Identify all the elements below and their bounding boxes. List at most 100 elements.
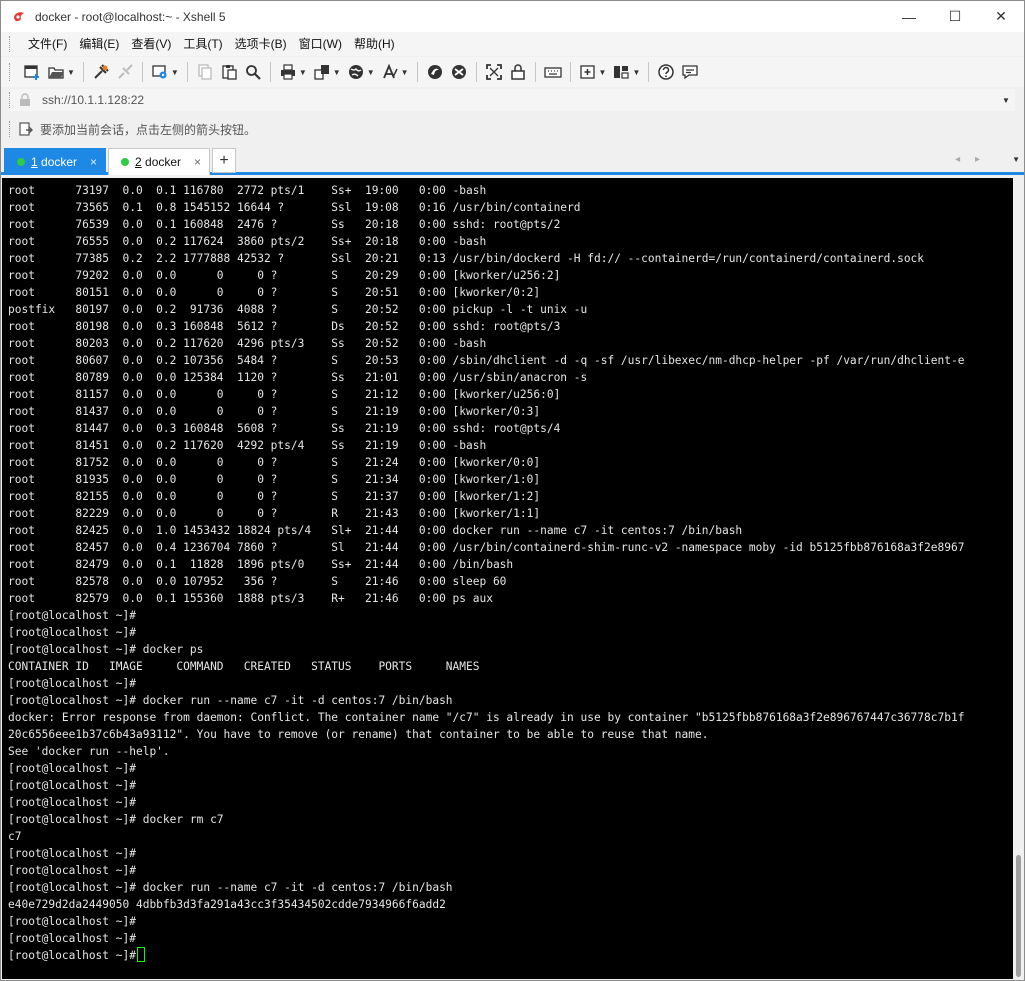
layout-icon[interactable]: ▼	[609, 60, 643, 84]
terminal-line-text: [root@localhost ~]#	[8, 762, 136, 775]
help-icon[interactable]	[654, 60, 678, 84]
terminal-line-text: [root@localhost ~]#	[8, 949, 136, 962]
tab-session-1[interactable]: 1 docker ×	[4, 148, 106, 175]
terminal-line-text: [root@localhost ~]#	[8, 932, 136, 945]
terminal-line-text: root 82155 0.0 0.0 0 0 ? S 21:37 0:00 [k…	[8, 490, 541, 503]
terminal-pane[interactable]: root 73197 0.0 0.1 116780 2772 pts/1 Ss+…	[2, 178, 1013, 979]
terminal-line-text: root 82579 0.0 0.1 155360 1888 pts/3 R+ …	[8, 592, 493, 605]
tab-session-2[interactable]: 2 docker ×	[108, 148, 210, 175]
terminal-line-text: root 76555 0.0 0.2 117624 3860 pts/2 Ss+…	[8, 235, 487, 248]
xshell-logo-icon	[11, 9, 27, 25]
terminal-line: root 79202 0.0 0.0 0 0 ? S 20:29 0:00 [k…	[8, 267, 964, 284]
transfer-icon[interactable]: ▼	[310, 60, 344, 84]
terminal-line-text: CONTAINER ID IMAGE COMMAND CREATED STATU…	[8, 660, 480, 673]
address-dropdown-icon[interactable]: ▼	[997, 96, 1015, 105]
keyboard-icon[interactable]	[541, 60, 565, 84]
chevron-down-icon[interactable]: ▼	[67, 68, 75, 77]
chat-icon[interactable]	[678, 60, 702, 84]
menu-window[interactable]: 窗口(W)	[293, 33, 348, 55]
new-session-icon[interactable]	[20, 60, 44, 84]
minimize-button[interactable]: —	[886, 1, 932, 32]
chevron-down-icon[interactable]: ▼	[599, 68, 607, 77]
menu-help[interactable]: 帮助(H)	[348, 33, 401, 55]
terminal-line-text: [root@localhost ~]# docker rm c7	[8, 813, 224, 826]
terminal-line-text: [root@localhost ~]# docker ps	[8, 643, 204, 656]
toolbar-divider	[186, 62, 188, 82]
maximize-button[interactable]: ☐	[932, 1, 978, 32]
tab-close-icon[interactable]: ×	[194, 155, 201, 169]
menu-tools[interactable]: 工具(T)	[177, 33, 228, 55]
connect-icon[interactable]	[89, 60, 113, 84]
address-grip[interactable]	[9, 92, 12, 108]
terminal-line-text: root 81935 0.0 0.0 0 0 ? S 21:34 0:00 [k…	[8, 473, 541, 486]
terminal-line-text: root 79202 0.0 0.0 0 0 ? S 20:29 0:00 [k…	[8, 269, 561, 282]
terminal-line-text: root 80203 0.0 0.2 117620 4296 pts/3 Ss …	[8, 337, 487, 350]
xftp-icon[interactable]	[423, 60, 447, 84]
properties-icon[interactable]: ▼	[148, 60, 182, 84]
terminal-line: root 76539 0.0 0.1 160848 2476 ? Ss 20:1…	[8, 216, 964, 233]
chevron-down-icon[interactable]: ▼	[367, 68, 375, 77]
tab-label: 2 docker	[135, 155, 181, 169]
compose-icon[interactable]: ▼	[576, 60, 610, 84]
tab-scroll-arrows-icon[interactable]: ◂ ▸	[955, 154, 986, 165]
terminal-line-text: [root@localhost ~]# docker run --name c7…	[8, 694, 453, 707]
toolbar: ▼ ▼ ▼ ▼ ▼ ▼ ▼ ▼	[1, 57, 1024, 87]
terminal-line-text: root 81157 0.0 0.0 0 0 ? S 21:12 0:00 [k…	[8, 388, 561, 401]
fullscreen-icon[interactable]	[482, 60, 506, 84]
toolbar-divider	[82, 62, 84, 82]
terminal-line-text: [root@localhost ~]#	[8, 796, 136, 809]
address-bar: ▼	[9, 89, 1015, 111]
menu-tabs[interactable]: 选项卡(B)	[229, 33, 293, 55]
terminal-line-text: [root@localhost ~]# docker run --name c7…	[8, 881, 453, 894]
tab-number: 1	[31, 155, 38, 169]
menu-edit[interactable]: 编辑(E)	[73, 33, 125, 55]
terminal-line: [root@localhost ~]#	[8, 624, 964, 641]
terminal-line-text: root 82479 0.0 0.1 11828 1896 pts/0 Ss+ …	[8, 558, 514, 571]
terminal-line-text: root 82578 0.0 0.0 107952 356 ? S 21:46 …	[8, 575, 507, 588]
close-button[interactable]: ✕	[978, 1, 1024, 32]
find-icon[interactable]	[241, 60, 265, 84]
globe-icon[interactable]: ▼	[344, 60, 378, 84]
terminal-line-text: [root@localhost ~]#	[8, 847, 136, 860]
open-folder-icon[interactable]: ▼	[44, 60, 78, 84]
terminal-line: [root@localhost ~]#	[8, 777, 964, 794]
print-icon[interactable]: ▼	[276, 60, 310, 84]
scrollbar-thumb[interactable]	[1016, 855, 1021, 977]
terminal-scrollbar[interactable]	[1013, 178, 1024, 979]
terminal-line: [root@localhost ~]#	[8, 947, 964, 964]
chevron-down-icon[interactable]: ▼	[632, 68, 640, 77]
menu-grip[interactable]	[9, 36, 12, 52]
chevron-down-icon[interactable]: ▼	[333, 68, 341, 77]
chevron-down-icon[interactable]: ▼	[171, 68, 179, 77]
tab-close-icon[interactable]: ×	[90, 155, 97, 169]
add-tab-button[interactable]: +	[212, 148, 236, 173]
terminal-line: See 'docker run --help'.	[8, 743, 964, 760]
terminal-line-text: postfix 80197 0.0 0.2 91736 4088 ? S 20:…	[8, 303, 588, 316]
terminal-line: root 80198 0.0 0.3 160848 5612 ? Ds 20:5…	[8, 318, 964, 335]
chevron-down-icon[interactable]: ▼	[299, 68, 307, 77]
toolbar-grip[interactable]	[9, 63, 12, 81]
font-icon[interactable]: ▼	[378, 60, 412, 84]
terminal-line: root 80607 0.0 0.2 107356 5484 ? S 20:53…	[8, 352, 964, 369]
hint-grip[interactable]	[9, 121, 12, 137]
add-session-arrow-icon[interactable]	[18, 121, 34, 137]
lock-icon[interactable]	[506, 60, 530, 84]
terminal-line: root 80789 0.0 0.0 125384 1120 ? Ss 21:0…	[8, 369, 964, 386]
tab-list-dropdown-icon[interactable]: ▼	[1012, 155, 1020, 164]
menu-file[interactable]: 文件(F)	[22, 33, 73, 55]
address-input[interactable]	[42, 90, 997, 110]
paste-icon[interactable]	[217, 60, 241, 84]
disconnect-icon[interactable]	[113, 60, 137, 84]
terminal-line: [root@localhost ~]#	[8, 607, 964, 624]
terminal-line: root 82229 0.0 0.0 0 0 ? R 21:43 0:00 [k…	[8, 505, 964, 522]
address-lock-icon	[18, 93, 32, 107]
menu-view[interactable]: 查看(V)	[125, 33, 177, 55]
chevron-down-icon[interactable]: ▼	[401, 68, 409, 77]
xmanager-icon[interactable]	[447, 60, 471, 84]
tab-name: docker	[37, 155, 78, 169]
terminal-line: [root@localhost ~]# docker rm c7	[8, 811, 964, 828]
copy-icon[interactable]	[193, 60, 217, 84]
terminal-line: [root@localhost ~]#	[8, 930, 964, 947]
terminal-line: [root@localhost ~]#	[8, 845, 964, 862]
terminal-line-text: [root@localhost ~]#	[8, 779, 136, 792]
